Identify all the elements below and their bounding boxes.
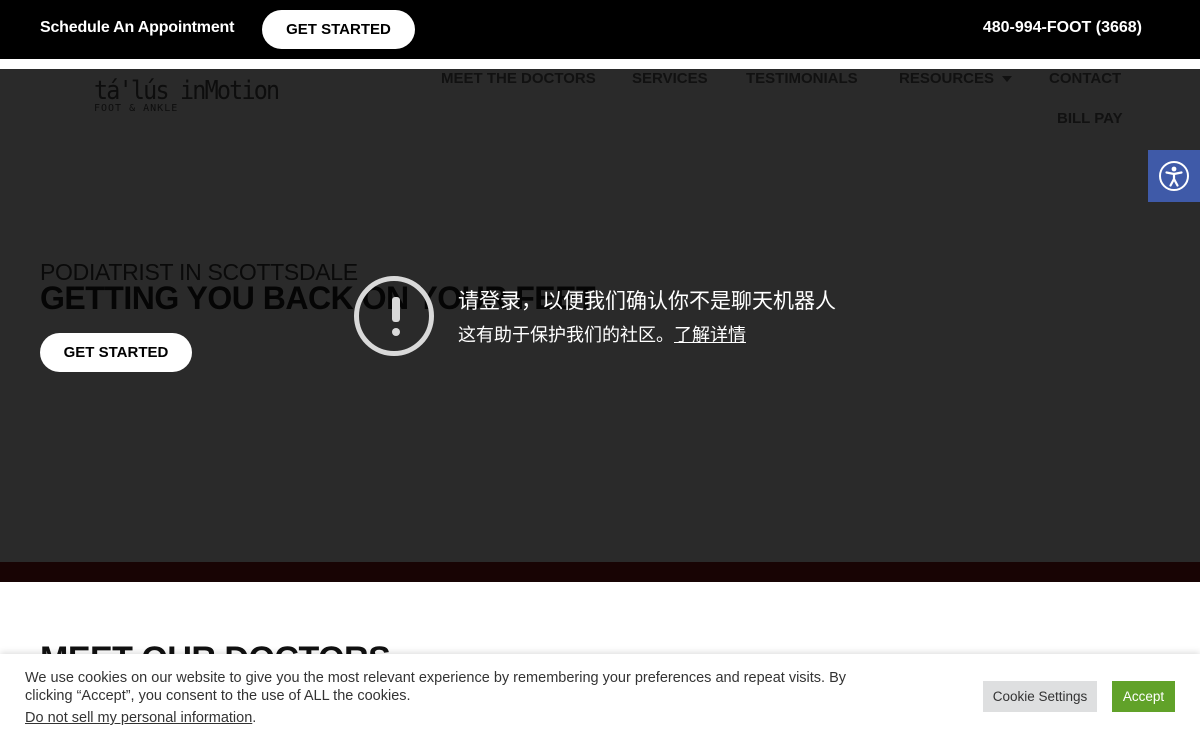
nav-services[interactable]: SERVICES (632, 70, 708, 87)
do-not-sell-wrapper: Do not sell my personal information. (25, 710, 257, 726)
logo-name: tá'lús inMotion (94, 76, 280, 106)
nav-meet-the-doctors[interactable]: MEET THE DOCTORS (441, 70, 596, 87)
nav-contact[interactable]: CONTACT (1049, 70, 1121, 87)
nav-bill-pay[interactable]: BILL PAY (1057, 110, 1123, 127)
cookie-accept-button[interactable]: Accept (1112, 681, 1175, 712)
overlay-learn-more-link[interactable]: 了解详情 (674, 325, 746, 345)
site-logo[interactable]: tá'lús inMotion FOOT & ANKLE (94, 76, 299, 114)
phone-number-link[interactable]: 480-994-FOOT (3668) (983, 19, 1142, 37)
top-get-started-button[interactable]: GET STARTED (262, 10, 415, 49)
overlay-title: 请登录，以便我们确认你不是聊天机器人 (458, 290, 836, 313)
hero-bottom-band (0, 562, 1200, 582)
top-bar: Schedule An Appointment GET STARTED 480-… (0, 0, 1200, 59)
warning-icon (354, 276, 434, 356)
do-not-sell-link[interactable]: Do not sell my personal information (25, 710, 252, 726)
cookie-settings-button[interactable]: Cookie Settings (983, 681, 1097, 712)
nav-testimonials[interactable]: TESTIMONIALS (746, 70, 858, 87)
divider (0, 59, 1200, 69)
cookie-banner: We use cookies on our website to give yo… (0, 654, 1200, 740)
accessibility-toolbar-button[interactable] (1148, 150, 1200, 202)
chevron-down-icon (1002, 76, 1013, 83)
overlay-subtitle-text: 这有助于保护我们的社区。 (458, 325, 674, 345)
overlay-subtitle: 这有助于保护我们的社区。了解详情 (458, 321, 746, 347)
nav-resources-label: RESOURCES (899, 70, 995, 87)
cookie-message: We use cookies on our website to give yo… (25, 670, 847, 704)
accessibility-icon (1159, 161, 1189, 191)
schedule-appointment-link[interactable]: Schedule An Appointment (40, 19, 234, 37)
hero-get-started-button[interactable]: GET STARTED (40, 333, 192, 372)
nav-resources[interactable]: RESOURCES (899, 70, 1013, 87)
